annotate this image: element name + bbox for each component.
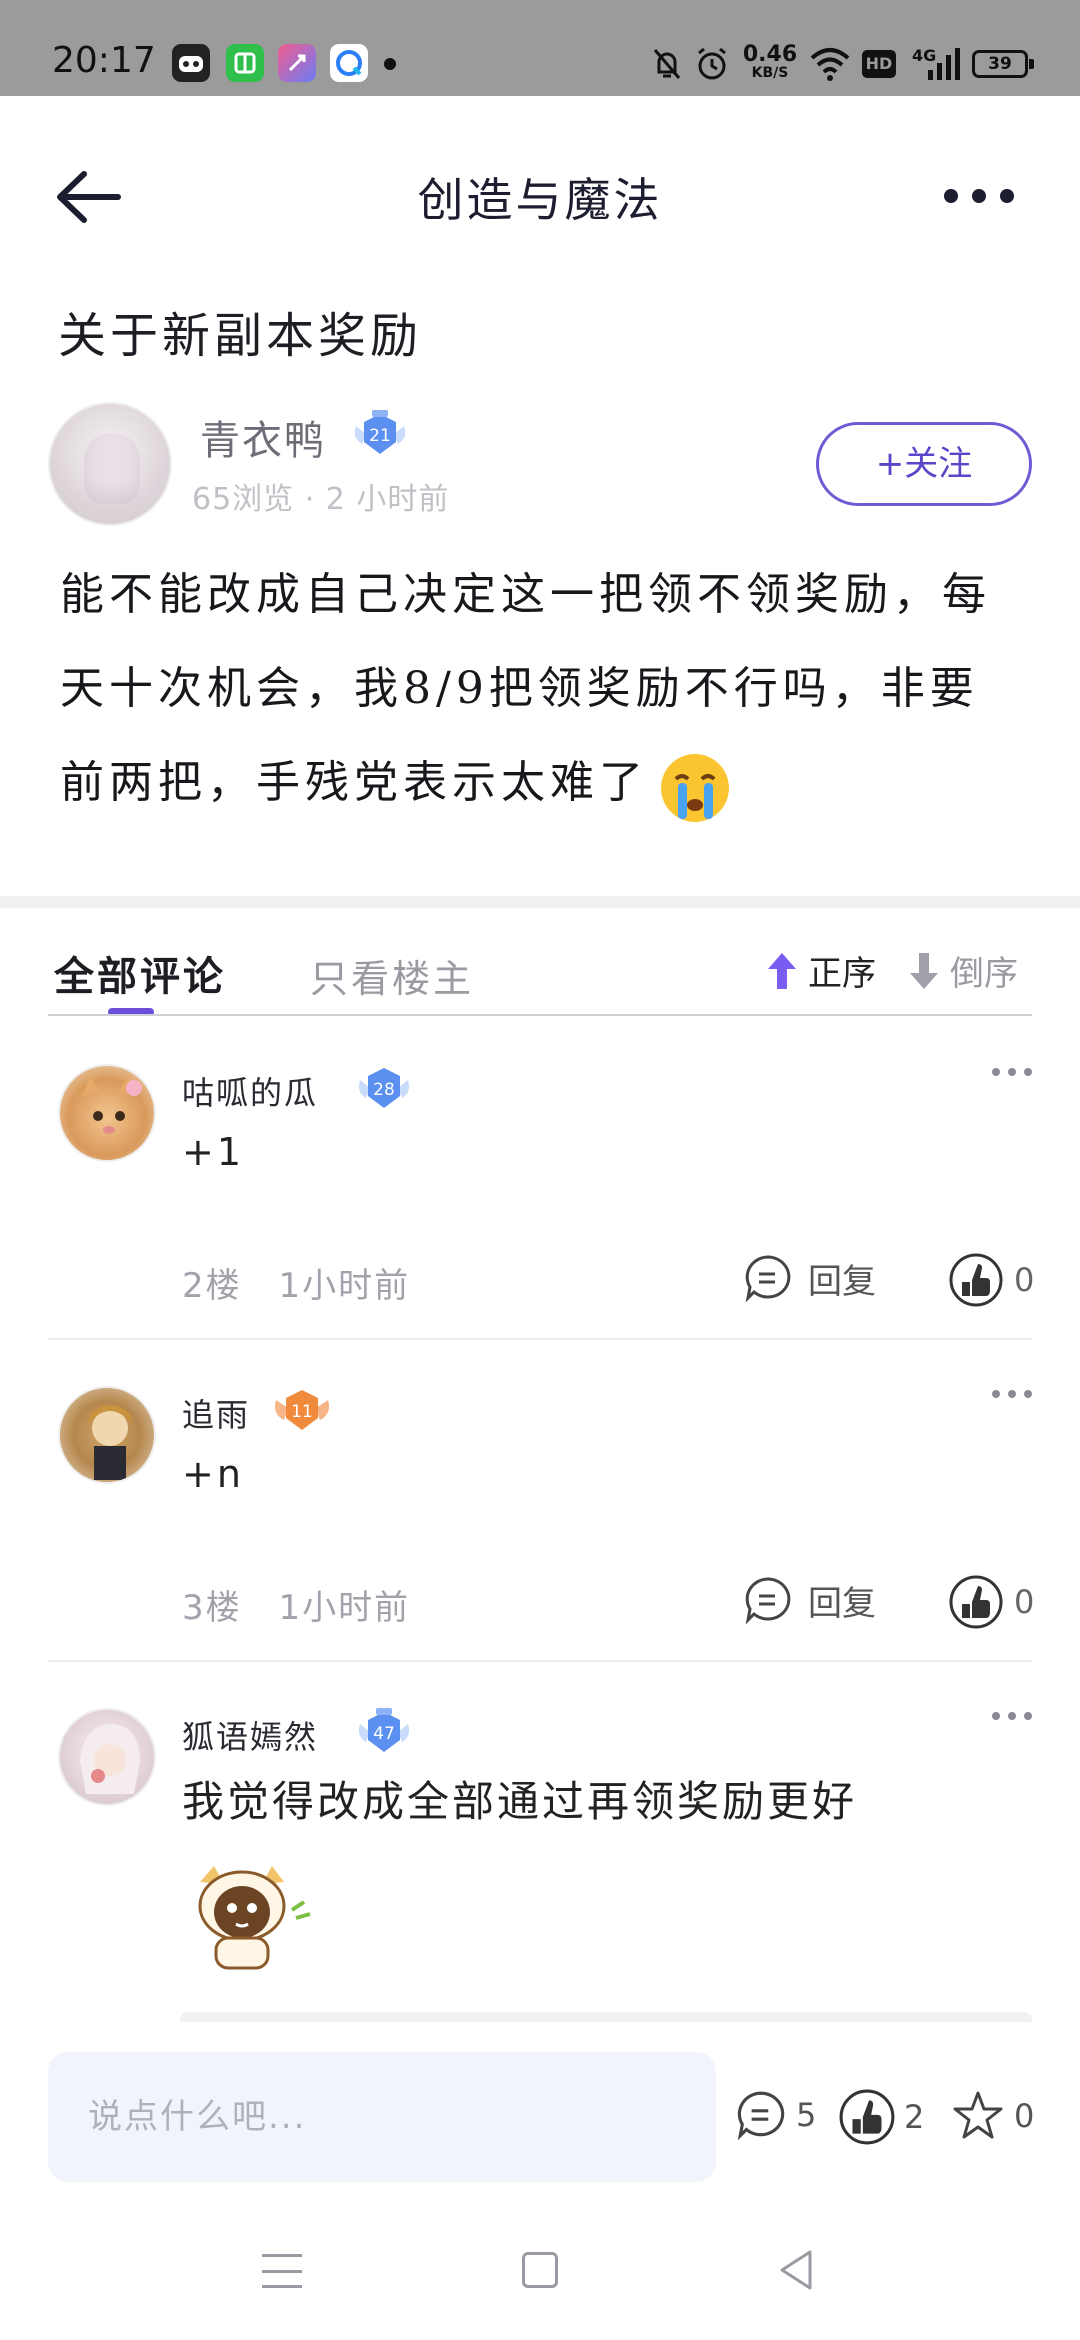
cow-sticker-icon	[198, 1866, 311, 1970]
sort-descending-button[interactable]: 倒序	[906, 946, 1018, 995]
post-body-text: 能不能改成自己决定这一把领不领奖励，每天十次机会，我8/9把领奖励不行吗，非要前…	[60, 569, 991, 808]
author-name[interactable]: 青衣鸭	[200, 408, 326, 466]
status-time: 20:17	[52, 40, 156, 81]
more-options-button[interactable]	[944, 176, 1014, 216]
comment-meta: 2楼 1小时前	[182, 1258, 410, 1307]
shortcut-app-icon	[278, 44, 316, 82]
comment-divider	[48, 1660, 1032, 1662]
section-divider	[0, 896, 1080, 908]
game-app-icon	[172, 44, 210, 82]
commenter-name[interactable]: 狐语嫣然	[182, 1712, 318, 1758]
comment-text: +n	[182, 1452, 244, 1496]
comment-bubble-icon	[745, 1577, 791, 1625]
thumbs-up-icon	[839, 2089, 895, 2145]
wifi-icon	[810, 48, 850, 81]
commenter-avatar[interactable]	[58, 1708, 156, 1806]
hd-indicator: HD	[862, 50, 896, 78]
comment-meta: 3楼 1小时前	[182, 1580, 410, 1629]
reply-label: 回复	[808, 1261, 876, 1302]
reply-preview-edge	[180, 2012, 1032, 2022]
author-level-badge: 21	[354, 410, 406, 454]
nav-menu-button[interactable]	[262, 2254, 302, 2288]
commenter-avatar[interactable]	[58, 1386, 156, 1484]
wechat-icon	[226, 44, 264, 82]
comment-item: 追雨 11 +n 3楼 1小时前 回复 0	[48, 1384, 1034, 1662]
comments-count-button[interactable]: 5	[734, 2088, 816, 2142]
comment-input[interactable]: 说点什么吧...	[48, 2052, 716, 2182]
post-like-count: 2	[904, 2098, 925, 2136]
commenter-name[interactable]: 追雨	[182, 1390, 250, 1436]
arrow-up-icon	[768, 952, 796, 989]
like-count: 0	[1014, 1261, 1035, 1299]
nav-back-button[interactable]	[776, 2248, 816, 2292]
comment-bubble-icon	[745, 1255, 791, 1303]
tab-all-comments[interactable]: 全部评论	[54, 944, 226, 1002]
comment-more-button[interactable]	[992, 1390, 1032, 1404]
tab-owner-only[interactable]: 只看楼主	[310, 948, 474, 1003]
battery-indicator: 39	[972, 50, 1034, 78]
tabs-divider	[48, 1014, 1032, 1016]
more-dot	[972, 189, 986, 203]
crying-emoji-icon	[661, 753, 729, 822]
network-speed: 0.46 KB/S	[742, 42, 798, 81]
commenter-name[interactable]: 咕呱的瓜	[182, 1068, 318, 1114]
favorite-count: 0	[1014, 2097, 1035, 2135]
alarm-icon	[698, 47, 726, 80]
like-button[interactable]: 0	[948, 1574, 1034, 1630]
post-meta: 65浏览 · 2 小时前	[192, 482, 450, 517]
like-button[interactable]: 0	[948, 1252, 1034, 1308]
qq-browser-icon	[330, 44, 368, 82]
nav-home-button[interactable]	[522, 2252, 558, 2288]
reply-button[interactable]: 回复	[742, 1252, 876, 1304]
comment-time: 1小时前	[278, 1588, 411, 1628]
commenter-avatar[interactable]	[58, 1064, 156, 1162]
more-dot	[944, 189, 958, 203]
author-avatar[interactable]	[48, 402, 172, 526]
comment-divider	[48, 1338, 1032, 1340]
author-level-text: 21	[369, 426, 391, 446]
sort-ascending-button[interactable]: 正序	[764, 946, 876, 995]
thumbs-up-icon	[949, 1575, 1003, 1629]
commenter-level-badge: 28	[358, 1068, 410, 1108]
post-title: 关于新副本奖励	[58, 308, 423, 364]
follow-button[interactable]: +关注	[816, 422, 1032, 506]
comment-time: 1小时前	[278, 1266, 411, 1306]
commenter-level-text: 47	[373, 1724, 395, 1744]
mute-icon	[653, 49, 681, 79]
commenter-level-text: 11	[291, 1402, 313, 1422]
favorite-button[interactable]: 0	[950, 2088, 1034, 2144]
page-title: 创造与魔法	[417, 173, 663, 227]
like-count: 0	[1014, 1583, 1035, 1621]
reply-label: 回复	[808, 1583, 876, 1624]
post-body: 能不能改成自己决定这一把领不领奖励，每天十次机会，我8/9把领奖励不行吗，非要前…	[60, 548, 1020, 830]
notification-dot	[384, 58, 396, 70]
comment-item: 咕呱的瓜 28 +1 2楼 1小时前 回复 0	[48, 1062, 1034, 1340]
comment-item: 狐语嫣然 47 我觉得改成全部通过再领奖励更好	[48, 1706, 1032, 2022]
post-like-button[interactable]: 2	[838, 2088, 924, 2146]
comment-more-button[interactable]	[992, 1712, 1032, 1726]
sort-descending-label: 倒序	[950, 954, 1018, 994]
comment-floor: 2楼	[182, 1266, 242, 1306]
comment-more-button[interactable]	[992, 1068, 1032, 1082]
comment-count: 5	[796, 2096, 817, 2134]
commenter-level-text: 28	[373, 1080, 395, 1100]
comment-bubble-icon	[737, 2091, 785, 2141]
arrow-down-icon	[910, 952, 938, 989]
signal-icon	[928, 48, 960, 80]
comment-floor: 3楼	[182, 1588, 242, 1628]
commenter-level-badge: 47	[358, 1708, 410, 1752]
star-icon	[953, 2091, 1003, 2139]
thumbs-up-icon	[949, 1253, 1003, 1307]
back-button[interactable]	[48, 162, 128, 232]
commenter-level-badge: 11	[275, 1390, 329, 1430]
sort-ascending-label: 正序	[808, 954, 876, 994]
comment-text: +1	[182, 1130, 245, 1174]
comment-text: 我觉得改成全部通过再领奖励更好	[182, 1777, 858, 1826]
status-bar: 20:17 0.46 KB/S HD 4G 39	[0, 0, 1080, 96]
reply-button[interactable]: 回复	[742, 1574, 876, 1626]
more-dot	[1000, 189, 1014, 203]
